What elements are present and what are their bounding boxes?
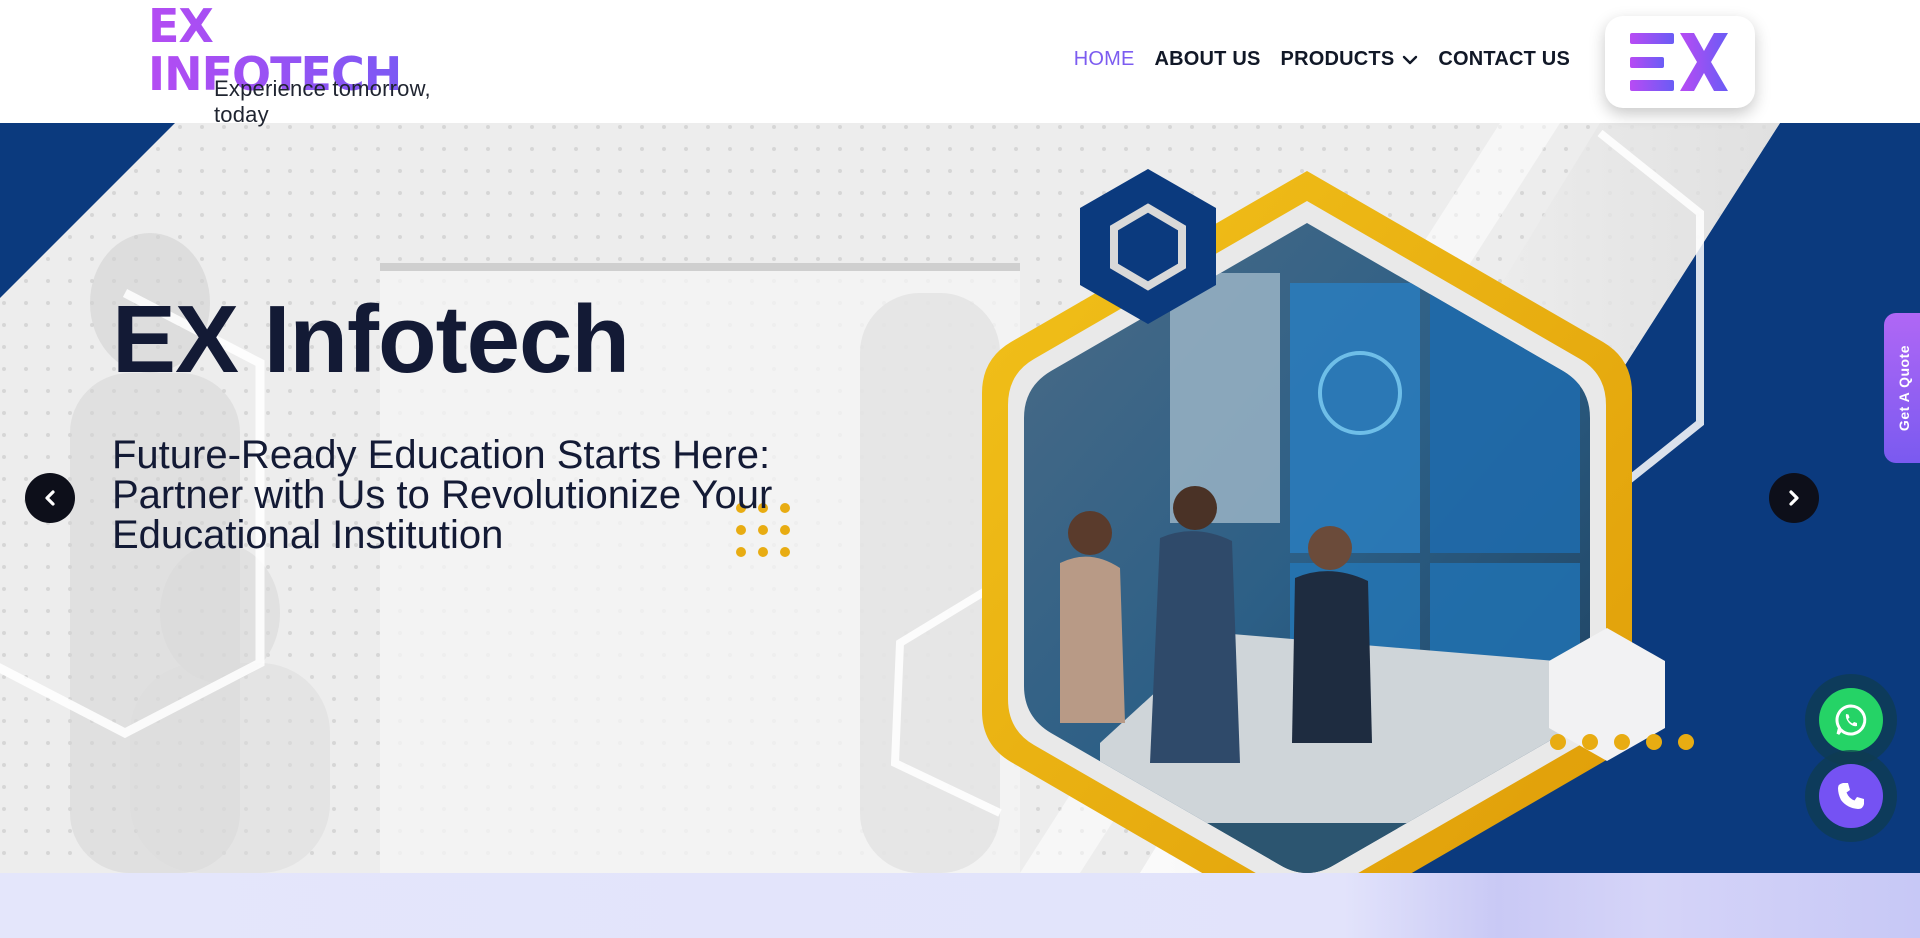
phone-icon — [1838, 783, 1864, 809]
hero-subtitle: Future-Ready Education Starts Here: Part… — [112, 433, 773, 557]
get-a-quote-tab[interactable]: Get A Quote — [1884, 313, 1920, 463]
brand-badge[interactable] — [1605, 16, 1755, 108]
slider-dot[interactable] — [1614, 734, 1630, 750]
slider-dot[interactable] — [1678, 734, 1694, 750]
get-a-quote-label: Get A Quote — [1896, 344, 1913, 432]
slider-pagination — [1550, 734, 1694, 750]
logo-wordmark: EX INFOTECH — [148, 2, 478, 98]
logo-tagline: Experience tomorrow, today — [214, 76, 431, 127]
slider-prev-button[interactable] — [25, 473, 75, 523]
nav-about-label: ABOUT US — [1154, 48, 1261, 70]
next-section-strip — [0, 873, 1920, 938]
slider-dot[interactable] — [1646, 734, 1662, 750]
hero-title: EX Infotech — [112, 286, 630, 393]
hero-slider: EX Infotech Future-Ready Education Start… — [0, 123, 1920, 873]
site-logo[interactable]: EX INFOTECH Experience tomorrow, today — [148, 2, 478, 127]
chevron-right-icon — [1789, 490, 1799, 506]
slider-next-button[interactable] — [1769, 473, 1819, 523]
whatsapp-icon — [1835, 704, 1867, 736]
slider-dot[interactable] — [1582, 734, 1598, 750]
site-header: EX INFOTECH Experience tomorrow, today H… — [0, 0, 1920, 127]
ex-logo-icon — [1630, 33, 1728, 91]
nav-about-us[interactable]: ABOUT US — [1155, 48, 1261, 71]
chevron-down-icon — [1403, 55, 1418, 64]
main-nav: HOME ABOUT US PRODUCTS CONTACT US — [1074, 48, 1570, 71]
nav-products-label: PRODUCTS — [1280, 48, 1395, 70]
phone-button[interactable] — [1805, 750, 1897, 842]
nav-home-label: HOME — [1073, 48, 1135, 70]
slider-dot[interactable] — [1550, 734, 1566, 750]
chevron-left-icon — [45, 490, 55, 506]
nav-home[interactable]: HOME — [1074, 48, 1135, 71]
nav-products[interactable]: PRODUCTS — [1281, 48, 1419, 71]
nav-contact-us[interactable]: CONTACT US — [1438, 48, 1570, 71]
nav-contact-label: CONTACT US — [1438, 48, 1570, 70]
